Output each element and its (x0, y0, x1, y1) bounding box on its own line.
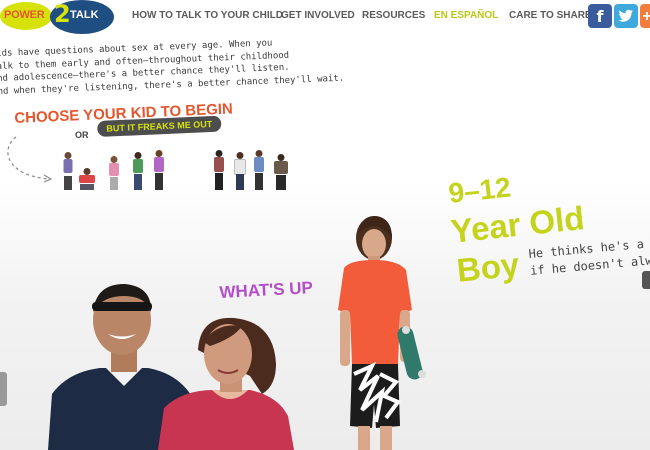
age-range-heading: 9–12 (447, 171, 513, 209)
dashed-curve-arrow-icon (7, 136, 53, 183)
nav-resources[interactable]: RESOURCES (362, 10, 425, 21)
nav-get-involved[interactable]: GET INVOLVED (281, 10, 355, 21)
whats-up-heading: WHAT'S UP (219, 278, 314, 302)
nav-how-to-talk[interactable]: HOW TO TALK TO YOUR CHILD (132, 10, 283, 21)
kid-figure-girl-purple[interactable] (153, 150, 165, 190)
plus-icon[interactable]: + (640, 4, 650, 28)
power2talk-logo[interactable]: POWER 2 TALK (0, 0, 116, 36)
kid-selector (60, 148, 288, 190)
twitter-bird-icon (618, 9, 633, 22)
or-label: OR (75, 130, 89, 140)
share-label: CARE TO SHARE: (509, 10, 595, 21)
prev-arrow-button[interactable] (0, 372, 7, 406)
intro-paragraph: ids have questions about sex at every ag… (0, 36, 344, 97)
logo-word-talk: TALK (70, 9, 99, 21)
site-header: POWER 2 TALK HOW TO TALK TO YOUR CHILD G… (0, 0, 650, 34)
facebook-icon[interactable]: f (588, 4, 612, 28)
gender-heading: Boy (455, 245, 521, 289)
twitter-icon[interactable] (614, 4, 638, 28)
next-arrow-button[interactable] (642, 271, 650, 289)
kid-figure-teen-boy[interactable] (234, 152, 246, 190)
logo-word-power: POWER (4, 9, 45, 21)
kid-figure-teen-guitar[interactable] (273, 154, 289, 190)
teen-boy-skateboard-photo (338, 216, 426, 450)
kid-figure-toddler[interactable] (62, 152, 74, 190)
nav-en-espanol[interactable]: EN ESPAÑOL (434, 10, 498, 21)
kid-figure-boy-green[interactable] (132, 152, 144, 190)
kid-figure-crawling[interactable] (78, 168, 96, 190)
logo-number-two: 2 (54, 0, 71, 28)
mother-photo (158, 317, 294, 450)
kid-figure-girl-pink[interactable] (108, 156, 120, 190)
kid-figure-teen-girl[interactable] (253, 150, 265, 190)
kid-figure-preteen[interactable] (213, 150, 225, 190)
